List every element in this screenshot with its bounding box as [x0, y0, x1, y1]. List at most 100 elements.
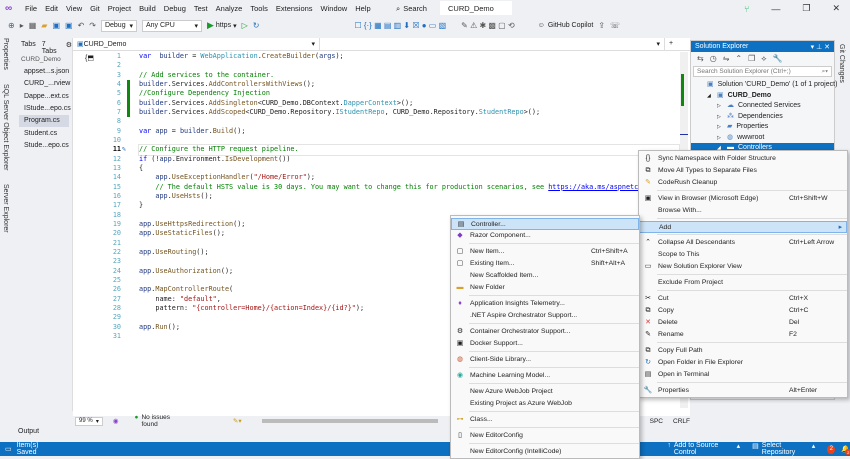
menu-item-rename[interactable]: ✎ Rename F2 — [639, 329, 847, 341]
menu-item-add[interactable]: Add ▸ — [639, 221, 847, 233]
file-tab[interactable]: Dappe...ext.cs — [19, 91, 69, 103]
menu-view[interactable]: View — [62, 4, 86, 13]
search-box[interactable]: ⌕ Search — [392, 0, 431, 17]
share-icon[interactable]: ⇪ — [598, 21, 605, 30]
menu-item-new-item[interactable]: ▢ New Item... Ctrl+Shift+A — [451, 246, 639, 258]
undo-icon[interactable]: ↶ — [78, 21, 85, 30]
menu-item-new-azure-webjob-project[interactable]: New Azure WebJob Project — [451, 386, 639, 398]
menu-item-open-in-terminal[interactable]: ▤ Open in Terminal — [639, 369, 847, 381]
run-button[interactable]: ▶ https ▾ — [207, 20, 237, 31]
copilot-status-icon[interactable]: ◉ — [113, 417, 119, 425]
menu-item-class[interactable]: ⊶ Class... — [451, 414, 639, 426]
tree-node[interactable]: ▷ ☁ Connected Services — [691, 101, 834, 112]
menu-item-coderush-cleanup[interactable]: ✎ CodeRush Cleanup — [639, 177, 847, 189]
menu-project[interactable]: Project — [104, 4, 135, 13]
file-tab[interactable]: IStude...epo.cs — [19, 103, 71, 115]
menu-item-delete[interactable]: ✕ Delete Del — [639, 317, 847, 329]
indent-mode[interactable]: SPC — [650, 418, 663, 425]
hot-reload-icon[interactable]: ↻ — [253, 21, 260, 30]
output-tab[interactable]: Output — [18, 428, 39, 435]
close-button[interactable]: ✕ — [832, 3, 840, 14]
menu-item-properties[interactable]: 🔧 Properties Alt+Enter — [639, 385, 847, 397]
menu-item-new-editorconfig[interactable]: ▯ New EditorConfig — [451, 430, 639, 442]
menu-item-machine-learning-model[interactable]: ◉ Machine Learning Model... — [451, 370, 639, 382]
menu-item-browse-with[interactable]: Browse With... — [639, 205, 847, 217]
line-ending[interactable]: CRLF — [673, 418, 690, 425]
platform-select[interactable]: Any CPU ▾ — [141, 19, 202, 32]
menu-item-net-aspire-orchestrator-support[interactable]: .NET Aspire Orchestrator Support... — [451, 310, 639, 322]
server-explorer-tab[interactable]: Server Explorer — [2, 184, 9, 233]
menu-item-sync-namespace-with-folder-structure[interactable]: {} Sync Namespace with Folder Structure — [639, 153, 847, 165]
editor-tools-icons[interactable]: ✎ ⚠ ✱ ▩ ▢ ⟲ — [461, 21, 515, 30]
tree-node[interactable]: ▷ ⁂ Dependencies — [691, 112, 834, 123]
feedback-icon[interactable]: ☏ — [610, 21, 620, 30]
switch-views-icon[interactable]: ⇆ — [697, 54, 704, 63]
menu-item-new-scaffolded-item[interactable]: New Scaffolded Item... — [451, 270, 639, 282]
configuration-select[interactable]: Debug ▾ — [100, 19, 137, 32]
menu-item-client-side-library[interactable]: ◍ Client-Side Library... — [451, 354, 639, 366]
show-all-files-icon[interactable]: ❐ — [748, 54, 755, 63]
file-tab[interactable]: Stude...epo.cs — [19, 140, 69, 152]
menu-item-existing-item[interactable]: ▢ Existing Item... Shift+Alt+A — [451, 258, 639, 270]
menu-item-copy[interactable]: ⧉ Copy Ctrl+C — [639, 305, 847, 317]
collapsed-arrow-icon[interactable]: ▷ — [717, 133, 727, 144]
menu-item-new-folder[interactable]: ▬ New Folder — [451, 282, 639, 294]
tree-node[interactable]: ▷ ▰ Properties — [691, 122, 834, 133]
menu-git[interactable]: Git — [86, 4, 104, 13]
redo-icon[interactable]: ↷ — [89, 21, 96, 30]
collapse-all-icon[interactable]: ⌃ — [735, 54, 742, 63]
tree-node[interactable]: ▣ Solution 'CURD_Demo' (1 of 1 project) — [691, 80, 837, 91]
bell-icon[interactable]: 🔔2 — [841, 445, 850, 455]
properties-icon[interactable]: 🔧 — [773, 54, 783, 63]
menu-analyze[interactable]: Analyze — [212, 4, 247, 13]
menu-item-new-editorconfig-intellicode[interactable]: New EditorConfig (IntelliCode) — [451, 446, 639, 458]
minimize-button[interactable]: — — [771, 4, 780, 14]
file-tab[interactable]: Student.cs — [19, 128, 69, 140]
menu-debug[interactable]: Debug — [160, 4, 190, 13]
menu-item-cut[interactable]: ✂ Cut Ctrl+X — [639, 293, 847, 305]
menu-item-move-all-types-to-separate-files[interactable]: ⧉ Move All Types to Separate Files — [639, 165, 847, 177]
menu-item-open-folder-in-file-explorer[interactable]: ↻ Open Folder in File Explorer — [639, 357, 847, 369]
collapsed-arrow-icon[interactable]: ▷ — [717, 101, 727, 112]
new-project-icon[interactable]: ▦ — [29, 21, 37, 30]
visual-studio-logo-icon[interactable]: ∞ — [5, 3, 17, 14]
menu-window[interactable]: Window — [317, 4, 352, 13]
properties-tab[interactable]: Properties — [2, 38, 9, 70]
project-dropdown[interactable]: ▣CURD_Demo ▾ — [73, 38, 320, 51]
menu-item-controller[interactable]: ▤ Controller... — [451, 218, 639, 230]
menu-item-new-solution-explorer-view[interactable]: ▭ New Solution Explorer View — [639, 261, 847, 273]
zoom-select[interactable]: 99 % ▾ — [75, 416, 103, 426]
menu-item-container-orchestrator-support[interactable]: ⚙ Container Orchestrator Support... — [451, 326, 639, 338]
sql-server-object-explorer-tab[interactable]: SQL Server Object Explorer — [2, 84, 9, 171]
history-icon[interactable]: ◷ — [710, 54, 717, 63]
restore-button[interactable]: ❐ — [802, 3, 810, 14]
settings-icon[interactable]: ⚙ — [66, 41, 72, 55]
menu-item-collapse-all-descendants[interactable]: ⌃ Collapse All Descendants Ctrl+Left Arrow — [639, 237, 847, 249]
forward-icon[interactable]: ▸ — [20, 21, 24, 30]
menu-build[interactable]: Build — [135, 4, 160, 13]
output-status-icon[interactable]: ▭ — [5, 445, 12, 453]
git-changes-tab[interactable]: Git Changes — [838, 44, 845, 83]
tree-node[interactable]: ▷ ◍ wwwroot — [691, 133, 834, 144]
preview-icon[interactable]: ⟡ — [761, 54, 766, 63]
file-tab[interactable]: appset...s.json — [19, 66, 69, 78]
menu-item-view-in-browser-microsoft-edge[interactable]: ▣ View in Browser (Microsoft Edge) Ctrl+Sh… — [639, 193, 847, 205]
start-without-debug-icon[interactable]: ▷ — [242, 21, 248, 30]
solution-explorer-search[interactable]: Search Solution Explorer (Ctrl+;) ⌕▾ — [693, 66, 832, 77]
menu-item-application-insights-telemetry[interactable]: ♦ Application Insights Telemetry... — [451, 298, 639, 310]
menu-item-existing-project-as-azure-webjob[interactable]: Existing Project as Azure WebJob — [451, 398, 639, 410]
open-icon[interactable]: ▰ — [41, 21, 47, 30]
quick-action-icon[interactable]: ✎ — [122, 145, 126, 153]
file-tab[interactable]: CURD_...rview — [19, 78, 70, 90]
split-editor-icon[interactable]: + — [665, 38, 677, 51]
menu-extensions[interactable]: Extensions — [272, 4, 317, 13]
pane-controls[interactable]: ▾ ⊥ ✕ — [811, 43, 830, 51]
collapsed-arrow-icon[interactable]: ▷ — [717, 112, 727, 123]
save-all-icon[interactable]: ▣ — [65, 21, 73, 30]
horizontal-scrollbar[interactable] — [261, 419, 438, 423]
notifications-badge[interactable]: 2 — [827, 444, 836, 454]
tools-icons[interactable]: ☐ {·} ▦ ▤ ▥ ⬇ ☒ ● ▭ ▧ — [354, 21, 446, 30]
add-to-source-control-button[interactable]: ↑ Add to Source Control ▴ — [667, 442, 740, 456]
menu-item-copy-full-path[interactable]: ⧉ Copy Full Path — [639, 345, 847, 357]
select-repository-button[interactable]: ▤ Select Repository ▴ — [752, 442, 815, 456]
